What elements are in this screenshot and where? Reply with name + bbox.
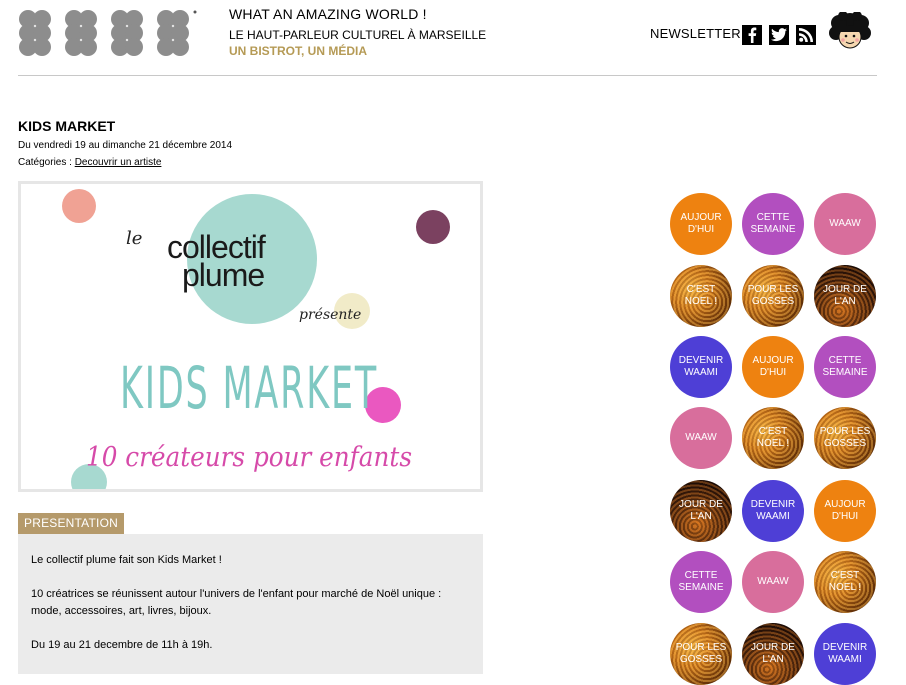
grid-circle-aujourdhui[interactable]: AUJOUR D'HUI	[814, 480, 876, 542]
grid-circle-cest-noel[interactable]: C'EST NOEL !	[670, 265, 732, 327]
article-title: KIDS MARKET	[18, 118, 116, 134]
grid-circle-cette-semaine[interactable]: CETTE SEMAINE	[742, 193, 804, 255]
grid-circle-waaw[interactable]: WAAW	[742, 551, 804, 613]
grid-circle-pour-les-gosses[interactable]: POUR LES GOSSES	[814, 407, 876, 469]
tagline-subtitle: LE HAUT-PARLEUR CULTUREL À MARSEILLE	[229, 28, 487, 42]
poster-dot-plum	[416, 210, 450, 244]
grid-circle-cette-semaine[interactable]: CETTE SEMAINE	[670, 551, 732, 613]
grid-circle-cest-noel[interactable]: C'EST NOEL !	[814, 551, 876, 613]
mascot-avatar[interactable]	[829, 11, 871, 50]
grid-circle-cette-semaine[interactable]: CETTE SEMAINE	[814, 336, 876, 398]
facebook-icon[interactable]	[742, 25, 762, 45]
categories-label: Catégories :	[18, 157, 75, 168]
grid-circle-aujourdhui[interactable]: AUJOUR D'HUI	[742, 336, 804, 398]
event-poster: le collectif plume présente KIDS MARKET …	[18, 181, 483, 492]
grid-circle-pour-les-gosses[interactable]: POUR LES GOSSES	[742, 265, 804, 327]
presentation-paragraph: Du 19 au 21 decembre de 11h à 19h.	[31, 639, 213, 651]
header-divider	[18, 75, 877, 76]
presentation-paragraph: 10 créatrices se réunissent autour l'uni…	[31, 588, 442, 617]
grid-circle-devenir-waami[interactable]: DEVENIR WAAMI	[814, 623, 876, 685]
presentation-paragraph: Le collectif plume fait son Kids Market …	[31, 554, 222, 566]
poster-dot-salmon	[62, 189, 96, 223]
grid-circle-aujourdhui[interactable]: AUJOUR D'HUI	[670, 193, 732, 255]
poster-brand-line2: plume	[182, 257, 264, 293]
grid-circle-jour-de-lan[interactable]: JOUR DE L'AN	[670, 480, 732, 542]
grid-circle-cest-noel[interactable]: C'EST NOEL !	[742, 407, 804, 469]
tagline-title: WHAT AN AMAZING WORLD !	[229, 6, 427, 22]
newsletter-link[interactable]: NEWSLETTER	[650, 26, 741, 41]
poster-presente: présente	[299, 307, 361, 323]
grid-circle-waaw[interactable]: WAAW	[814, 193, 876, 255]
poster-le: le	[126, 228, 142, 249]
presentation-body: Le collectif plume fait son Kids Market …	[18, 534, 483, 674]
grid-circle-devenir-waami[interactable]: DEVENIR WAAMI	[742, 480, 804, 542]
grid-circle-jour-de-lan[interactable]: JOUR DE L'AN	[814, 265, 876, 327]
rss-icon[interactable]	[796, 25, 816, 45]
twitter-icon[interactable]	[769, 25, 789, 45]
poster-subtitle: 10 créateurs pour enfants	[86, 442, 412, 473]
article-dates: Du vendredi 19 au dimanche 21 décembre 2…	[18, 140, 233, 151]
grid-circle-devenir-waami[interactable]: DEVENIR WAAMI	[670, 336, 732, 398]
tagline-accent: UN BISTROT, UN MÉDIA	[229, 44, 367, 58]
grid-circle-pour-les-gosses[interactable]: POUR LES GOSSES	[670, 623, 732, 685]
grid-circle-waaw[interactable]: WAAW	[670, 407, 732, 469]
article-categories: Catégories : Decouvrir un artiste	[18, 157, 161, 169]
presentation-tab[interactable]: PRESENTATION	[18, 513, 124, 534]
site-tagline: WHAT AN AMAZING WORLD ! LE HAUT-PARLEUR …	[229, 6, 486, 58]
category-link[interactable]: Decouvrir un artiste	[75, 157, 162, 168]
site-logo[interactable]	[18, 8, 200, 60]
poster-event-name: KIDS MARKET	[120, 354, 378, 422]
grid-circle-jour-de-lan[interactable]: JOUR DE L'AN	[742, 623, 804, 685]
